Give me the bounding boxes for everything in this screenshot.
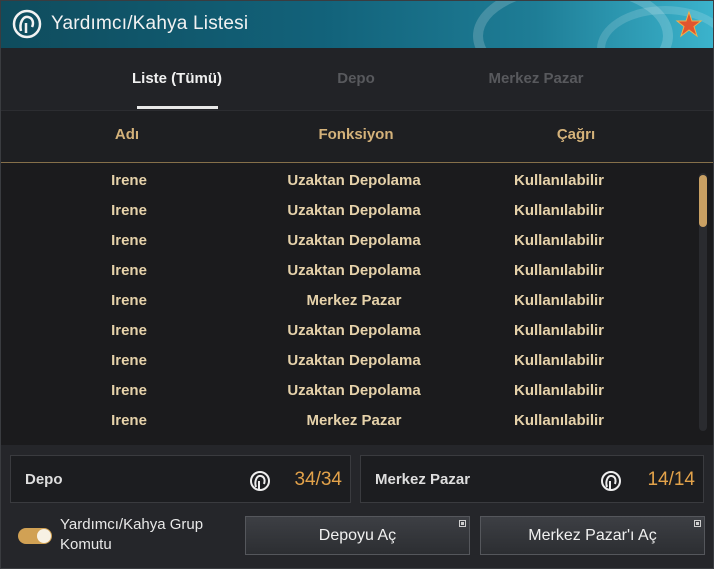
expand-icon bbox=[694, 520, 701, 527]
column-header-name[interactable]: Adı bbox=[77, 126, 177, 143]
footer-panel: Depo 34/34 Merkez Pazar 14/14 Yardımcı/K… bbox=[1, 445, 713, 568]
window-title: Yardımcı/Kahya Listesi bbox=[51, 13, 249, 34]
open-depo-button[interactable]: Depoyu Aç bbox=[245, 516, 470, 555]
title-bar[interactable]: Yardımcı/Kahya Listesi bbox=[1, 1, 713, 48]
helper-icon bbox=[250, 471, 270, 491]
table-header: Adı Fonksiyon Çağrı bbox=[1, 110, 713, 163]
active-tab-indicator bbox=[137, 106, 218, 109]
table-row[interactable]: Irene Merkez Pazar Kullanılabilir bbox=[1, 283, 691, 313]
depo-count: 34/34 bbox=[294, 469, 342, 490]
table-row[interactable]: Irene Uzaktan Depolama Kullanılabilir bbox=[1, 223, 691, 253]
cell-call: Kullanılabilir bbox=[513, 412, 604, 429]
tab-depo[interactable]: Depo bbox=[331, 70, 381, 87]
table-row[interactable]: Irene Uzaktan Depolama Kullanılabilir bbox=[1, 313, 691, 343]
open-pazar-button[interactable]: Merkez Pazar'ı Aç bbox=[480, 516, 705, 555]
depo-summary: Depo 34/34 bbox=[10, 455, 351, 503]
tab-merkez-pazar[interactable]: Merkez Pazar bbox=[486, 70, 586, 87]
scrollbar[interactable] bbox=[699, 173, 707, 431]
column-header-function[interactable]: Fonksiyon bbox=[256, 126, 456, 143]
table-row[interactable]: Irene Uzaktan Depolama Kullanılabilir bbox=[1, 373, 691, 403]
helper-table: Irene Uzaktan Depolama Kullanılabilir Ir… bbox=[1, 163, 713, 445]
helper-icon bbox=[601, 471, 621, 491]
toggle-knob bbox=[37, 529, 51, 543]
group-command-toggle[interactable] bbox=[18, 528, 52, 544]
table-row[interactable]: Irene Merkez Pazar Kullanılabilir bbox=[1, 403, 691, 433]
tab-list-all[interactable]: Liste (Tümü) bbox=[131, 70, 223, 87]
scrollbar-thumb[interactable] bbox=[699, 175, 707, 227]
pazar-count: 14/14 bbox=[647, 469, 695, 490]
group-command-label: Yardımcı/Kahya Grup Komutu bbox=[60, 516, 204, 553]
table-row[interactable]: Irene Uzaktan Depolama Kullanılabilir bbox=[1, 253, 691, 283]
cell-name: Irene bbox=[111, 412, 147, 429]
cell-function: Merkez Pazar bbox=[306, 412, 402, 429]
helper-icon bbox=[12, 9, 42, 39]
open-pazar-label: Merkez Pazar'ı Aç bbox=[528, 527, 657, 544]
table-row[interactable]: Irene Uzaktan Depolama Kullanılabilir bbox=[1, 343, 691, 373]
starfish-icon[interactable] bbox=[675, 10, 703, 38]
pazar-summary: Merkez Pazar 14/14 bbox=[360, 455, 704, 503]
column-header-call[interactable]: Çağrı bbox=[516, 126, 636, 143]
pazar-label: Merkez Pazar bbox=[375, 471, 471, 488]
helper-list-window: Yardımcı/Kahya Listesi Liste (Tümü) Depo… bbox=[0, 0, 714, 569]
tab-bar: Liste (Tümü) Depo Merkez Pazar bbox=[1, 48, 713, 110]
table-row[interactable]: Irene Uzaktan Depolama Kullanılabilir bbox=[1, 193, 691, 223]
depo-label: Depo bbox=[25, 471, 63, 488]
expand-icon bbox=[459, 520, 466, 527]
table-row[interactable]: Irene Uzaktan Depolama Kullanılabilir bbox=[1, 163, 691, 193]
open-depo-label: Depoyu Aç bbox=[318, 527, 397, 544]
